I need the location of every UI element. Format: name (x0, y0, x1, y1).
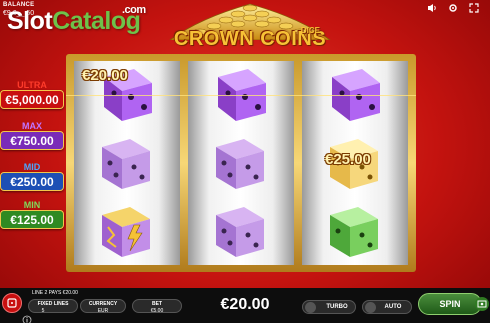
purple-dice-icon (102, 139, 150, 189)
jackpot-mid: MID €250.00 (0, 162, 64, 191)
jackpot-mid-value: €250.00 (0, 172, 64, 191)
auto-toggle-knob (365, 302, 376, 313)
jackpot-ultra-label: ULTRA (17, 80, 47, 90)
turbo-label: TURBO (326, 304, 348, 310)
jackpot-ultra: ULTRA €5,000.00 (0, 80, 64, 109)
currency-value: EUR (97, 308, 109, 314)
speaker-icon[interactable] (426, 3, 438, 15)
winning-payline (66, 95, 416, 96)
jackpot-min-value: €125.00 (0, 210, 64, 229)
menu-button[interactable] (2, 293, 22, 313)
currency-label: CURRENCY (88, 301, 118, 307)
reel-2-cell-3 (188, 197, 294, 265)
jackpot-max: MAX €750.00 (0, 121, 64, 150)
watermark-suffix: .com (122, 4, 146, 16)
purple-dice-icon (216, 207, 264, 257)
reel-3-cell-3 (302, 197, 408, 265)
reel-1-cell-2 (74, 129, 180, 197)
fixed-lines-value: 5 (41, 308, 45, 314)
cash-icon[interactable] (475, 297, 489, 311)
green-dice-icon (330, 207, 378, 257)
win-amount-label: €20.00 (82, 67, 128, 84)
fixed-lines-label: FIXED LINES (37, 301, 69, 307)
jackpot-min-label: MIN (23, 200, 41, 210)
bet-value: €5.00 (150, 308, 164, 314)
lightning-dice-icon (102, 207, 150, 257)
reel-2 (188, 61, 294, 265)
watermark-part1: Slot (7, 7, 53, 35)
spin-label: SPIN (439, 299, 461, 309)
watermark-logo: SlotCatalog .com (7, 4, 146, 36)
jackpot-ultra-value: €5,000.00 (0, 90, 64, 109)
line-win-info: LINE 2 PAYS €20.00 (32, 290, 78, 296)
purple-dice-icon (216, 139, 264, 189)
win-amount-label: €25.00 (325, 151, 371, 168)
game-subtitle: DICE (300, 26, 320, 35)
total-win-display: €20.00 (220, 296, 270, 313)
game-logo: CROWN COINS DICE (160, 26, 340, 54)
spin-button[interactable]: SPIN (418, 293, 482, 315)
fullscreen-icon[interactable] (468, 3, 480, 15)
jackpot-max-value: €750.00 (0, 131, 64, 150)
jackpot-min: MIN €125.00 (0, 200, 64, 229)
jackpot-max-label: MAX (22, 121, 42, 131)
jackpot-mid-label: MID (23, 162, 41, 172)
reel-1-cell-3 (74, 197, 180, 265)
bet-label: BET (152, 301, 162, 307)
reel-2-cell-2 (188, 129, 294, 197)
auto-label: AUTO (384, 304, 402, 310)
turbo-toggle-knob (305, 302, 316, 313)
reel-1 (74, 61, 180, 265)
settings-icon[interactable] (447, 3, 459, 15)
dice-menu-icon (7, 298, 17, 308)
